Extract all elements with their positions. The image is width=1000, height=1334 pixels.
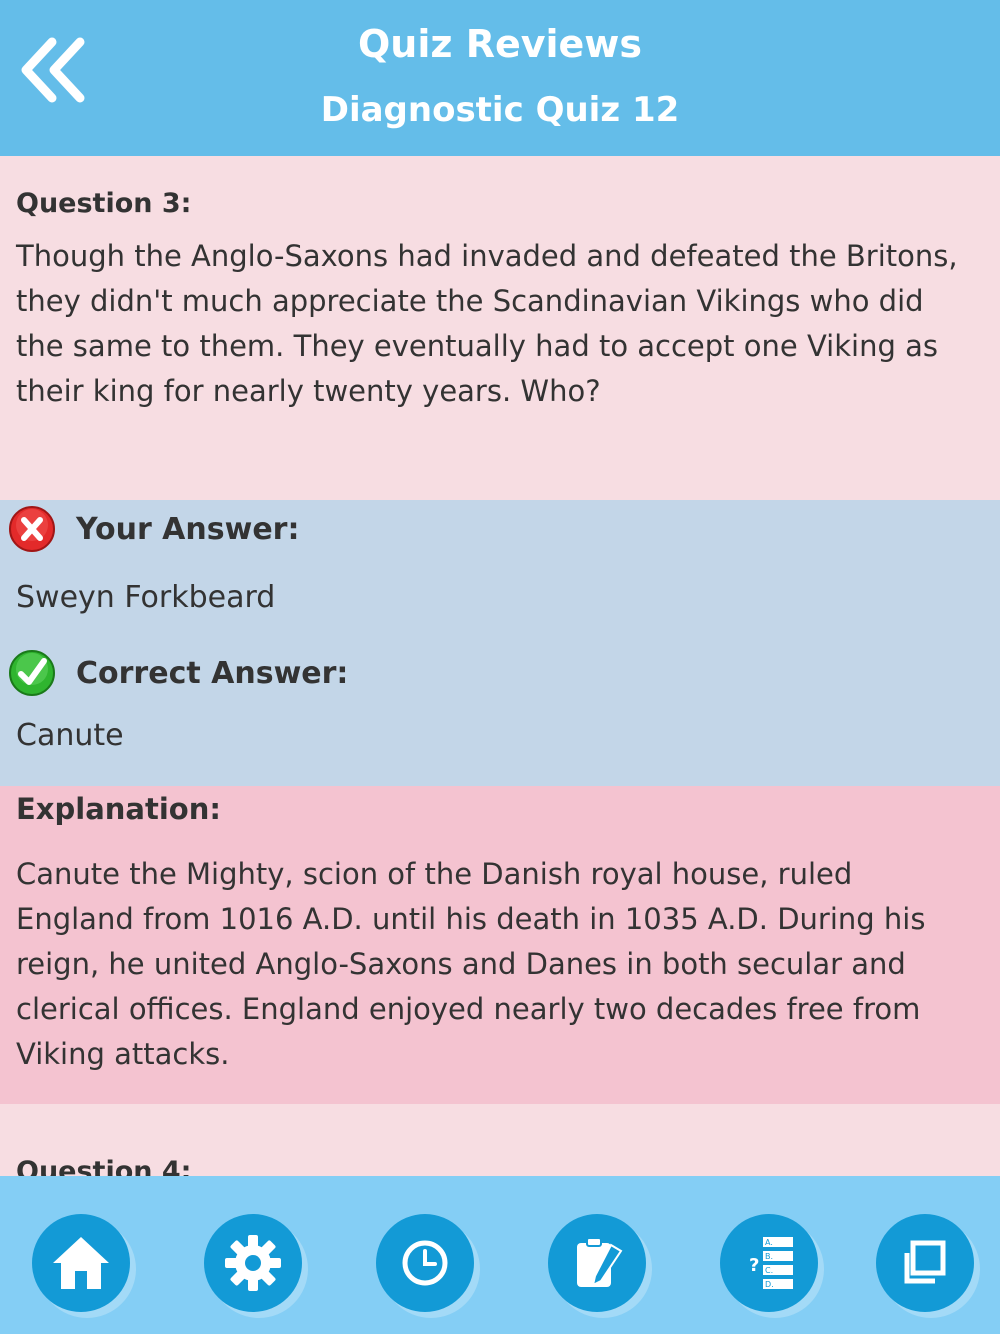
correct-answer-label: Correct Answer: [76, 655, 349, 691]
bottom-toolbar: ? A. B. C. D. [0, 1176, 1000, 1334]
answer-block: Your Answer: Sweyn Forkbeard Correct Ans… [0, 500, 1000, 786]
quiz-list-icon: ? A. B. C. D. [749, 1237, 793, 1289]
svg-text:?: ? [749, 1255, 759, 1276]
your-answer-row: Your Answer: [8, 504, 299, 554]
correct-check-icon [9, 650, 55, 696]
question-block: Question 3: Though the Anglo-Saxons had … [0, 156, 1000, 500]
page-title: Quiz Reviews [357, 22, 643, 66]
svg-text:B.: B. [765, 1252, 773, 1261]
svg-text:A.: A. [765, 1238, 773, 1247]
quiz-list-button[interactable]: ? A. B. C. D. [720, 1214, 818, 1312]
correct-answer-row: Correct Answer: [8, 648, 348, 698]
correct-answer-value: Canute [16, 718, 124, 753]
your-answer-value: Sweyn Forkbeard [16, 580, 276, 615]
settings-button[interactable] [204, 1214, 302, 1312]
question-label: Question 3: [16, 188, 192, 219]
page-subtitle: Diagnostic Quiz 12 [320, 90, 680, 130]
explanation-label: Explanation: [16, 792, 221, 826]
svg-text:C.: C. [765, 1266, 773, 1275]
gear-icon [225, 1235, 281, 1291]
next-question-block: Question 4: [0, 1104, 1000, 1176]
home-icon [53, 1237, 109, 1289]
wrong-x-icon [9, 506, 55, 552]
explanation-text: Canute the Mighty, scion of the Danish r… [16, 857, 926, 1071]
svg-text:D.: D. [765, 1280, 774, 1289]
question-text: Though the Anglo-Saxons had invaded and … [16, 239, 958, 408]
notepad-pencil-icon [577, 1237, 623, 1287]
copy-icon [904, 1240, 946, 1284]
notes-button[interactable] [548, 1214, 646, 1312]
explanation-block: Explanation: Canute the Mighty, scion of… [0, 786, 1000, 1104]
your-answer-label: Your Answer: [76, 511, 300, 547]
review-scroll-area[interactable]: Question 3: Though the Anglo-Saxons had … [0, 156, 1000, 1176]
header-bar: Quiz Reviews Diagnostic Quiz 12 [0, 0, 1000, 156]
home-button[interactable] [32, 1214, 130, 1312]
timer-button[interactable] [376, 1214, 474, 1312]
next-question-label: Question 4: [16, 1156, 192, 1176]
copy-button[interactable] [876, 1214, 974, 1312]
clock-icon [402, 1240, 448, 1286]
